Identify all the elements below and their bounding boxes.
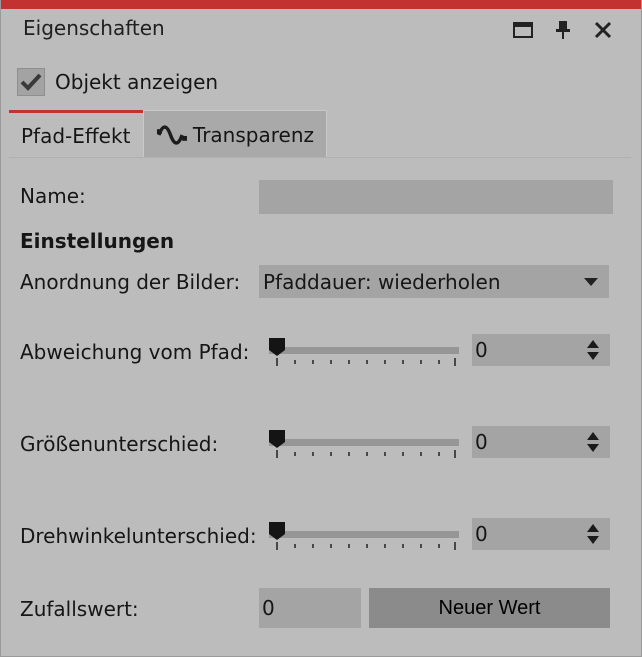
slider-thumb[interactable]	[269, 522, 285, 540]
panel-title: Eigenschaften	[23, 16, 165, 40]
rotation-diff-value: 0	[475, 522, 488, 546]
show-object-row[interactable]: Objekt anzeigen	[17, 68, 218, 96]
spin-arrows-icon[interactable]	[586, 339, 600, 361]
deviation-spinbox[interactable]: 0	[472, 334, 610, 366]
size-diff-value: 0	[475, 430, 488, 454]
tab-transparency[interactable]: Transparenz	[143, 110, 327, 158]
deviation-value: 0	[475, 338, 488, 362]
spin-arrows-icon[interactable]	[586, 431, 600, 453]
arrangement-select[interactable]: Pfaddauer: wiederholen	[259, 265, 609, 298]
slider-track	[269, 347, 459, 354]
size-diff-slider[interactable]	[269, 428, 461, 458]
new-value-button[interactable]: Neuer Wert	[369, 588, 610, 628]
random-label: Zufallswert:	[20, 597, 139, 621]
deviation-slider[interactable]	[269, 336, 461, 366]
close-icon[interactable]	[591, 18, 615, 42]
slider-thumb[interactable]	[269, 430, 285, 448]
show-object-checkbox[interactable]	[17, 68, 45, 96]
maximize-icon[interactable]	[511, 18, 535, 42]
tab-path-effect[interactable]: Pfad-Effekt	[9, 110, 143, 158]
name-input[interactable]	[259, 180, 613, 214]
slider-track	[269, 439, 459, 446]
random-value-field[interactable]: 0	[259, 588, 361, 628]
tab-path-effect-label: Pfad-Effekt	[21, 123, 131, 148]
properties-panel: Eigenschaften Objekt anzeigen Pfad-Effek…	[0, 0, 642, 657]
window-controls	[511, 18, 615, 42]
slider-ticks	[276, 542, 456, 550]
spin-arrows-icon[interactable]	[586, 523, 600, 545]
tab-transparency-label: Transparenz	[192, 122, 314, 147]
rotation-diff-slider[interactable]	[269, 520, 461, 550]
rotation-diff-spinbox[interactable]: 0	[472, 518, 610, 550]
tab-bar: Pfad-Effekt Transparenz	[9, 110, 327, 158]
size-diff-spinbox[interactable]: 0	[472, 426, 610, 458]
accent-strip	[1, 0, 641, 9]
slider-thumb[interactable]	[269, 338, 285, 356]
name-label: Name:	[20, 184, 86, 208]
arrangement-label: Anordnung der Bilder:	[20, 270, 241, 294]
checkmark-icon	[20, 73, 42, 91]
rotation-diff-label: Drehwinkelunterschied:	[20, 524, 257, 548]
dropdown-arrow-icon	[584, 278, 598, 286]
slider-track	[269, 531, 459, 538]
arrangement-value: Pfaddauer: wiederholen	[263, 269, 501, 294]
show-object-label: Objekt anzeigen	[55, 70, 219, 94]
tab-divider	[9, 157, 631, 158]
slider-ticks	[276, 358, 456, 366]
wave-icon	[156, 124, 187, 145]
slider-ticks	[276, 450, 456, 458]
pin-icon[interactable]	[551, 18, 575, 42]
size-diff-label: Größenunterschied:	[20, 432, 219, 456]
settings-heading: Einstellungen	[20, 229, 175, 253]
random-value: 0	[262, 596, 275, 620]
deviation-label: Abweichung vom Pfad:	[20, 340, 250, 364]
